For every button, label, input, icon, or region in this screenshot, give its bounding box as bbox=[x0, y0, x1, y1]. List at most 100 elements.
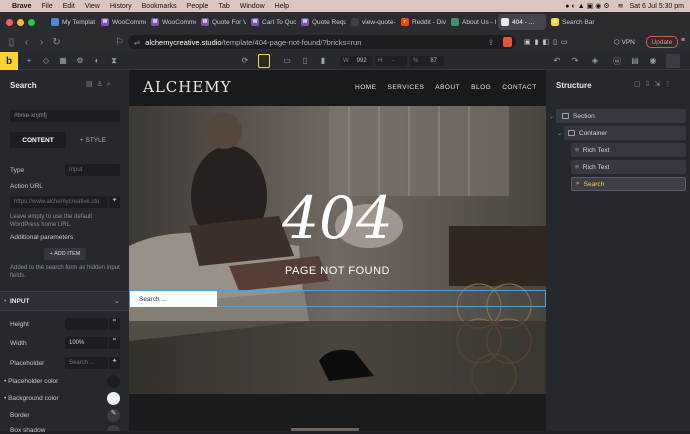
section-icon bbox=[562, 113, 569, 119]
structure-item-section[interactable]: Section bbox=[556, 109, 686, 123]
panel-header-icons[interactable]: ▤♙⌕ bbox=[86, 80, 115, 89]
input-section-header[interactable]: • INPUT ⌄ bbox=[0, 291, 129, 311]
nav-about[interactable]: ABOUT bbox=[435, 84, 460, 91]
menu-view[interactable]: View bbox=[85, 3, 100, 10]
brave-shield-icon[interactable] bbox=[503, 37, 512, 47]
width-field[interactable]: 100% bbox=[65, 337, 108, 349]
browser-tab[interactable]: W Quote For V bbox=[198, 14, 246, 30]
bookmark-icon[interactable]: ⚐ bbox=[112, 37, 127, 48]
border-edit-icon[interactable]: ✎ bbox=[107, 409, 120, 422]
tab-style[interactable]: + STYLE bbox=[66, 132, 120, 148]
browser-menu-icon[interactable]: ≡ bbox=[681, 37, 685, 44]
refresh-icon[interactable]: ⟳ bbox=[240, 56, 250, 65]
minimize-window-icon[interactable] bbox=[17, 19, 24, 26]
menu-window[interactable]: Window bbox=[240, 3, 265, 10]
undo-icon[interactable]: ↶ bbox=[552, 56, 562, 65]
menu-edit[interactable]: Edit bbox=[63, 3, 75, 10]
save-icon[interactable] bbox=[666, 54, 680, 68]
menu-bookmarks[interactable]: Bookmarks bbox=[142, 3, 177, 10]
hero-section[interactable]: 404 PAGE NOT FOUND Search ... bbox=[129, 106, 546, 394]
back-icon[interactable]: ‹ bbox=[19, 37, 34, 48]
templates-icon[interactable]: ▦ bbox=[58, 56, 68, 65]
menu-tab[interactable]: Tab bbox=[218, 3, 229, 10]
share-icon[interactable]: ⇪ bbox=[488, 38, 494, 47]
breakpoint-desktop-icon[interactable]: ▭ bbox=[282, 56, 292, 65]
settings-icon[interactable]: ⚙ bbox=[75, 56, 85, 65]
structure-item-container[interactable]: Container bbox=[564, 126, 686, 140]
browser-tab[interactable]: My Templat bbox=[48, 14, 96, 30]
height-input[interactable]: H- bbox=[375, 56, 407, 66]
stack-icon[interactable]: ◈ bbox=[590, 56, 600, 65]
browser-tab[interactable]: 404 - ... bbox=[498, 14, 546, 30]
background-color-swatch[interactable] bbox=[107, 392, 120, 405]
pages-icon[interactable]: ▤ bbox=[630, 56, 640, 65]
menu-help[interactable]: Help bbox=[275, 3, 289, 10]
theme-icon[interactable]: ◐ bbox=[92, 56, 102, 65]
zoom-input[interactable]: % 87 bbox=[410, 56, 444, 66]
breakpoint-base-icon[interactable] bbox=[258, 54, 270, 68]
site-info-icon[interactable]: ⇌ bbox=[134, 38, 140, 47]
components-icon[interactable]: ◇ bbox=[41, 56, 51, 65]
menu-people[interactable]: People bbox=[187, 3, 209, 10]
menu-app[interactable]: Brave bbox=[12, 3, 31, 10]
tab-favicon-icon bbox=[351, 18, 359, 26]
collapse-icon[interactable]: ⌄ bbox=[557, 130, 562, 137]
wordpress-icon[interactable]: ⓦ bbox=[612, 56, 622, 67]
zoom-window-icon[interactable] bbox=[28, 19, 35, 26]
menu-file[interactable]: File bbox=[41, 3, 52, 10]
structure-item-search[interactable]: ⌕ Search bbox=[571, 177, 686, 191]
sidebar-toggle-icon[interactable]: ▯ bbox=[4, 37, 19, 48]
close-window-icon[interactable] bbox=[6, 19, 13, 26]
nav-services[interactable]: SERVICES bbox=[388, 84, 425, 91]
search-input[interactable]: Search ... bbox=[130, 291, 217, 307]
structure-item-rich-text[interactable]: ≡ Rich Text bbox=[571, 143, 686, 157]
extension-icons[interactable]: ▣▮◧▯▭ bbox=[524, 38, 572, 46]
browser-tab[interactable]: W Cart To Quo bbox=[248, 14, 296, 30]
revisions-icon[interactable]: ⧗ bbox=[109, 56, 119, 66]
type-label: Type bbox=[10, 167, 25, 174]
structure-header-icons[interactable]: ▢⇩⇲⋮ bbox=[634, 80, 675, 88]
nav-contact[interactable]: CONTACT bbox=[502, 84, 536, 91]
browser-tab[interactable]: view-quote- bbox=[348, 14, 396, 30]
nav-home[interactable]: HOME bbox=[355, 84, 377, 91]
dynamic-data-icon[interactable]: ✦ bbox=[109, 196, 120, 208]
site-logo[interactable]: ALCHEMY bbox=[143, 78, 232, 96]
type-select[interactable]: Input bbox=[65, 164, 120, 176]
forward-icon[interactable]: › bbox=[34, 37, 49, 48]
box-shadow-edit-icon[interactable] bbox=[107, 425, 120, 431]
collapse-icon[interactable]: ⌄ bbox=[549, 113, 554, 120]
placeholder-field[interactable]: Search ... bbox=[65, 357, 108, 369]
browser-tab[interactable]: About Us - I bbox=[448, 14, 496, 30]
address-field[interactable]: ⇌ alchemycreative.studio/template/404-pa… bbox=[128, 35, 516, 49]
preview-icon[interactable]: ◉ bbox=[648, 56, 658, 65]
dynamic-data-icon[interactable]: ✦ bbox=[109, 357, 120, 369]
nav-blog[interactable]: BLOG bbox=[471, 84, 491, 91]
add-item-button[interactable]: + ADD ITEM bbox=[44, 248, 86, 260]
vpn-button[interactable]: ⬡ VPN bbox=[614, 38, 635, 46]
height-field[interactable] bbox=[65, 318, 108, 330]
action-url-input[interactable]: https://www.alchemycreative.stu bbox=[10, 196, 108, 208]
clock[interactable]: Sat 6 Jul 5:30 pm bbox=[630, 3, 684, 10]
width-input[interactable]: W 992 bbox=[340, 56, 372, 66]
tab-content[interactable]: CONTENT bbox=[10, 132, 66, 148]
bricks-logo[interactable]: b bbox=[0, 52, 18, 70]
breakpoint-mobile-icon[interactable]: ▮ bbox=[318, 56, 328, 65]
element-id-field[interactable]: #brxe-xnjmfj bbox=[10, 110, 120, 122]
add-element-icon[interactable]: + bbox=[24, 56, 34, 65]
menu-history[interactable]: History bbox=[110, 3, 132, 10]
browser-tab[interactable]: b Search Bar bbox=[548, 14, 596, 30]
structure-item-rich-text[interactable]: ≡ Rich Text bbox=[571, 160, 686, 174]
breakpoint-tablet-icon[interactable]: ▯ bbox=[300, 56, 310, 65]
unit-icon[interactable]: ⌗ bbox=[109, 337, 120, 349]
unit-icon[interactable]: ⌗ bbox=[109, 318, 120, 330]
browser-tab[interactable]: r Reddit - Div bbox=[398, 14, 446, 30]
wifi-icon[interactable]: ≋ bbox=[618, 2, 624, 10]
browser-tab[interactable]: WWooCommer bbox=[148, 14, 196, 30]
tab-label: Quote For V bbox=[212, 18, 246, 26]
redo-icon[interactable]: ↷ bbox=[570, 56, 580, 65]
reload-icon[interactable]: ↻ bbox=[49, 37, 64, 48]
browser-tab[interactable]: W Quote Requ bbox=[298, 14, 346, 30]
update-button[interactable]: Update bbox=[646, 36, 678, 48]
placeholder-color-swatch[interactable] bbox=[107, 375, 120, 388]
browser-tab[interactable]: WWooCommer bbox=[98, 14, 146, 30]
